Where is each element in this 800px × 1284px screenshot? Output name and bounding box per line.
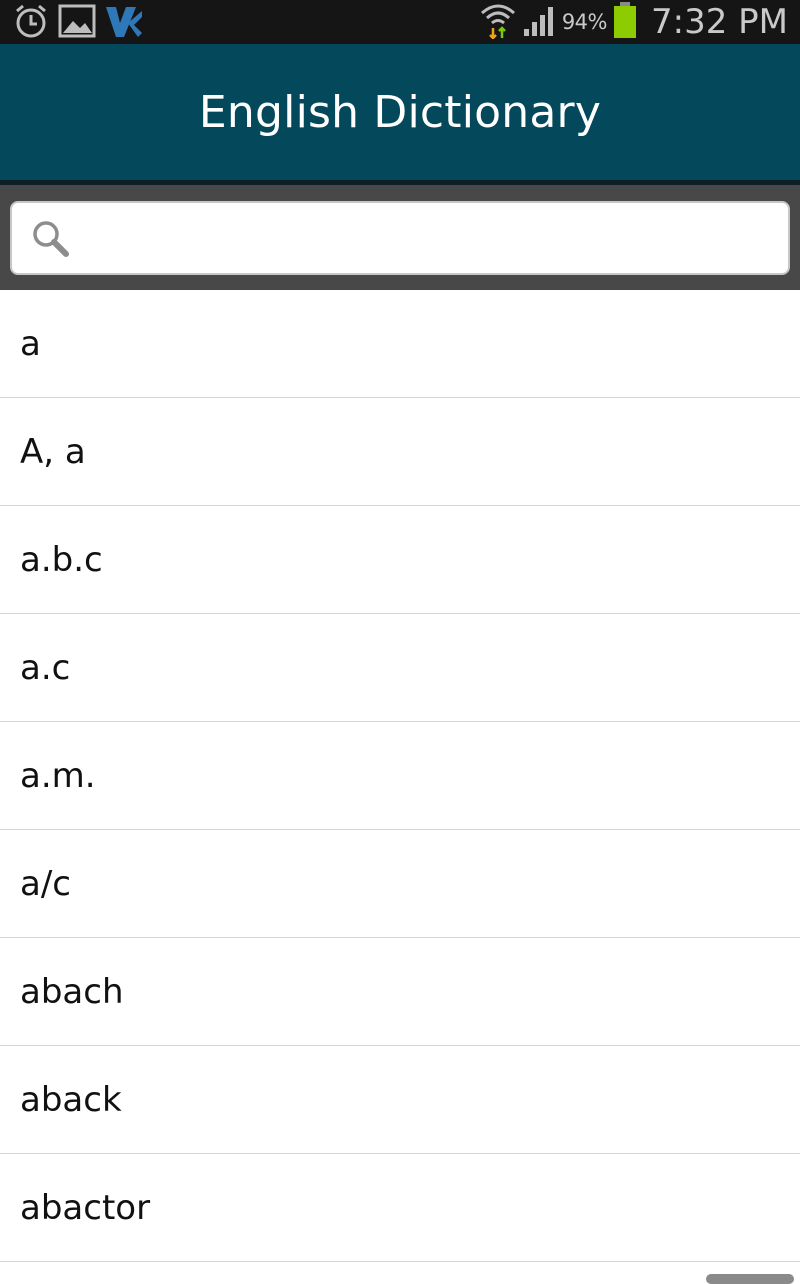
list-item[interactable]: a.b.c bbox=[0, 506, 800, 614]
search-icon[interactable] bbox=[30, 218, 70, 258]
list-item[interactable]: a bbox=[0, 290, 800, 398]
battery-percent: 94% bbox=[561, 10, 608, 34]
list-item[interactable]: aback bbox=[0, 1046, 800, 1154]
app-header: English Dictionary bbox=[0, 44, 800, 185]
clock: 7:32 PM bbox=[651, 2, 788, 42]
status-bar-left bbox=[12, 4, 144, 42]
status-bar-right: 94% 7:32 PM bbox=[480, 2, 788, 42]
scroll-handle[interactable] bbox=[706, 1274, 794, 1284]
word-label: a.m. bbox=[20, 755, 96, 796]
status-bar: 94% 7:32 PM bbox=[0, 0, 800, 44]
list-item[interactable]: abactor bbox=[0, 1154, 800, 1262]
list-item[interactable]: A, a bbox=[0, 398, 800, 506]
word-label: a.c bbox=[20, 647, 71, 688]
search-box[interactable] bbox=[10, 201, 790, 275]
app-logo-icon bbox=[104, 3, 144, 43]
search-bar bbox=[0, 185, 800, 290]
app-title: English Dictionary bbox=[198, 86, 602, 138]
battery-icon bbox=[613, 1, 637, 43]
gallery-icon bbox=[58, 3, 96, 43]
word-label: abactor bbox=[20, 1187, 151, 1228]
word-list: a A, a a.b.c a.c a.m. a/c abach aback ab… bbox=[0, 290, 800, 1262]
list-item[interactable]: a.m. bbox=[0, 722, 800, 830]
list-item[interactable]: abach bbox=[0, 938, 800, 1046]
word-label: abach bbox=[20, 971, 124, 1012]
word-label: aback bbox=[20, 1079, 122, 1120]
word-label: a bbox=[20, 323, 41, 364]
alarm-icon bbox=[12, 2, 50, 44]
wifi-icon bbox=[480, 1, 516, 43]
list-item[interactable]: a.c bbox=[0, 614, 800, 722]
word-label: A, a bbox=[20, 431, 86, 472]
word-label: a.b.c bbox=[20, 539, 103, 580]
word-label: a/c bbox=[20, 863, 71, 904]
signal-icon bbox=[522, 3, 556, 41]
list-item[interactable]: a/c bbox=[0, 830, 800, 938]
search-input[interactable] bbox=[82, 211, 776, 267]
